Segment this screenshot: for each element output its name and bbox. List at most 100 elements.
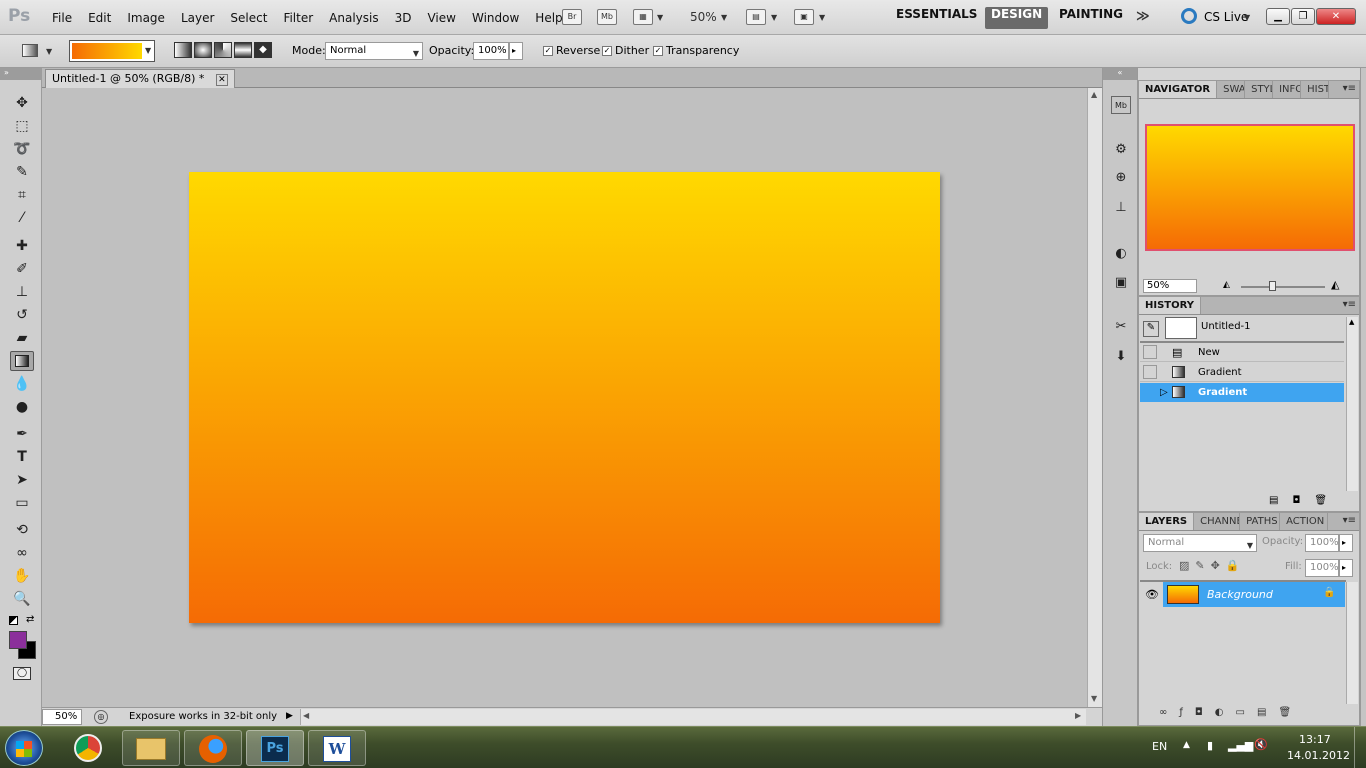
expand-panels-icon[interactable]: « bbox=[1103, 68, 1137, 80]
taskbar-photoshop[interactable]: Ps bbox=[246, 730, 304, 766]
angle-gradient-button[interactable] bbox=[214, 42, 232, 58]
view-extras-button[interactable]: ▦ bbox=[633, 9, 653, 25]
move-tool-icon[interactable]: ✥ bbox=[10, 93, 34, 113]
network-signal-icon[interactable]: ▂▄▆ bbox=[1228, 739, 1253, 752]
tab-channels[interactable]: CHANNE bbox=[1194, 513, 1241, 530]
tab-navigator[interactable]: NAVIGATOR bbox=[1139, 81, 1218, 98]
status-zoom-input[interactable]: 50% bbox=[42, 709, 82, 725]
zoom-level-select[interactable]: 50% bbox=[690, 10, 717, 24]
snapshot-brush-icon[interactable]: ✎ bbox=[1143, 321, 1159, 337]
transparency-option[interactable]: ✓ Transparency bbox=[653, 44, 739, 57]
rectangle-tool-icon[interactable]: ▭ bbox=[10, 493, 34, 513]
history-item[interactable]: ▤ New bbox=[1140, 343, 1344, 362]
chevron-down-icon[interactable]: ▼ bbox=[819, 13, 825, 22]
delete-state-icon[interactable]: 🗑 bbox=[1314, 495, 1341, 506]
menu-3d[interactable]: 3D bbox=[387, 11, 420, 25]
history-scrollbar[interactable]: ▲ bbox=[1346, 317, 1358, 491]
diamond-gradient-button[interactable]: ◆ bbox=[254, 42, 272, 58]
tab-swatches[interactable]: SWA bbox=[1217, 81, 1246, 98]
battery-icon[interactable]: ▮ bbox=[1207, 739, 1213, 752]
fill-input[interactable]: 100% bbox=[1305, 559, 1339, 577]
chevron-down-icon[interactable]: ▼ bbox=[1244, 13, 1250, 22]
menu-file[interactable]: File bbox=[44, 11, 80, 25]
opacity-slider-button[interactable]: ▸ bbox=[509, 42, 523, 60]
mini-bridge-panel-icon[interactable]: Mb bbox=[1111, 96, 1131, 114]
eraser-tool-icon[interactable]: ▰ bbox=[10, 328, 34, 348]
layer-row-background[interactable]: Background 🔒 bbox=[1163, 582, 1345, 607]
history-item-active[interactable]: ▷ Gradient bbox=[1140, 383, 1344, 402]
adjustments-icon[interactable]: ◐ bbox=[1111, 245, 1131, 263]
3d-rotate-tool-icon[interactable]: ⟲ bbox=[10, 520, 34, 540]
taskbar-firefox[interactable] bbox=[184, 730, 242, 766]
gradient-tool-icon[interactable] bbox=[10, 351, 34, 371]
tool-preset-picker[interactable] bbox=[22, 44, 38, 57]
scroll-left-icon[interactable]: ◀ bbox=[303, 711, 309, 720]
blend-mode-select[interactable]: Normal ▼ bbox=[1143, 534, 1257, 552]
mini-bridge-button[interactable]: Mb bbox=[597, 9, 617, 25]
language-indicator[interactable]: EN bbox=[1152, 740, 1167, 753]
dither-checkbox[interactable]: ✓ bbox=[602, 46, 612, 56]
layers-scrollbar[interactable] bbox=[1346, 582, 1358, 704]
panel-menu-icon[interactable]: ▾≡ bbox=[1343, 515, 1356, 526]
history-item[interactable]: Gradient bbox=[1140, 363, 1344, 382]
workspace-painting[interactable]: PAINTING bbox=[1053, 7, 1129, 29]
swap-colors-icon[interactable]: ⇄ bbox=[26, 614, 34, 625]
zoom-in-icon[interactable]: ◭ bbox=[1331, 278, 1339, 291]
transparency-checkbox[interactable]: ✓ bbox=[653, 46, 663, 56]
path-selection-tool-icon[interactable]: ➤ bbox=[10, 470, 34, 490]
menu-analysis[interactable]: Analysis bbox=[321, 11, 386, 25]
delete-layer-icon[interactable]: 🗑 bbox=[1278, 707, 1303, 718]
tools-icon[interactable]: ✂ bbox=[1111, 318, 1131, 336]
menu-filter[interactable]: Filter bbox=[275, 11, 321, 25]
crop-tool-icon[interactable]: ⌗ bbox=[10, 185, 34, 205]
start-button[interactable] bbox=[5, 730, 43, 766]
layer-name[interactable]: Background bbox=[1207, 588, 1273, 601]
menu-edit[interactable]: Edit bbox=[80, 11, 119, 25]
chrome-icon[interactable] bbox=[74, 734, 102, 762]
chevron-down-icon[interactable]: ▼ bbox=[46, 47, 52, 56]
horizontal-scrollbar[interactable]: ◀ ▶ bbox=[300, 709, 1086, 725]
scroll-right-icon[interactable]: ▶ bbox=[1075, 711, 1081, 720]
history-brush-source[interactable] bbox=[1143, 365, 1157, 379]
chevron-down-icon[interactable]: ▼ bbox=[721, 13, 727, 22]
snapshot-name[interactable]: Untitled-1 bbox=[1201, 321, 1251, 332]
lock-position-icon[interactable]: ✥ bbox=[1211, 559, 1226, 572]
panel-menu-icon[interactable]: ▾≡ bbox=[1343, 83, 1356, 94]
3d-panel-icon[interactable]: ⬇ bbox=[1111, 348, 1131, 366]
menu-window[interactable]: Window bbox=[464, 11, 527, 25]
volume-muted-icon[interactable]: 🔇 bbox=[1254, 738, 1268, 751]
tab-history-collapsed[interactable]: HIST bbox=[1301, 81, 1330, 98]
healing-brush-tool-icon[interactable]: ✚ bbox=[10, 236, 34, 256]
lock-transparency-icon[interactable]: ▨ bbox=[1179, 559, 1195, 572]
menu-view[interactable]: View bbox=[419, 11, 463, 25]
cs-live-menu[interactable]: CS Live bbox=[1204, 10, 1248, 24]
cs-live-icon[interactable] bbox=[1181, 8, 1197, 24]
status-menu-arrow-icon[interactable]: ▶ bbox=[286, 711, 293, 721]
clone-stamp-tool-icon[interactable]: ⊥ bbox=[10, 282, 34, 302]
layer-opacity-slider-button[interactable]: ▸ bbox=[1339, 534, 1353, 552]
layer-style-icon[interactable]: ƒ bbox=[1179, 707, 1195, 718]
dither-option[interactable]: ✓ Dither bbox=[602, 44, 649, 57]
reverse-option[interactable]: ✓ Reverse bbox=[543, 44, 600, 57]
scroll-up-icon[interactable]: ▲ bbox=[1349, 318, 1354, 326]
document-tab[interactable]: Untitled-1 @ 50% (RGB/8) * ✕ bbox=[45, 69, 235, 88]
brush-presets-icon[interactable]: ⊥ bbox=[1111, 199, 1131, 217]
restore-button[interactable]: ❐ bbox=[1291, 8, 1315, 25]
close-tab-icon[interactable]: ✕ bbox=[215, 74, 228, 86]
opacity-input[interactable]: 100% bbox=[473, 42, 509, 60]
pen-tool-icon[interactable]: ✒ bbox=[10, 424, 34, 444]
tab-history[interactable]: HISTORY bbox=[1139, 297, 1202, 314]
dodge-tool-icon[interactable]: ● bbox=[10, 397, 34, 417]
tab-actions[interactable]: ACTION bbox=[1280, 513, 1329, 530]
navigator-zoom-thumb[interactable] bbox=[1269, 281, 1276, 291]
scroll-down-icon[interactable]: ▼ bbox=[1091, 694, 1097, 703]
blur-tool-icon[interactable]: 💧 bbox=[10, 374, 34, 394]
hand-tool-icon[interactable]: ✋ bbox=[10, 566, 34, 586]
clock-time[interactable]: 13:17 bbox=[1299, 733, 1331, 746]
close-button[interactable]: ✕ bbox=[1316, 8, 1356, 25]
lock-pixels-icon[interactable]: ✎ bbox=[1195, 559, 1210, 572]
mode-select[interactable]: Normal ▼ bbox=[325, 42, 423, 60]
chevron-down-icon[interactable]: ▼ bbox=[771, 13, 777, 22]
bridge-button[interactable]: Br bbox=[562, 9, 582, 25]
quick-selection-tool-icon[interactable]: ✎ bbox=[10, 162, 34, 182]
